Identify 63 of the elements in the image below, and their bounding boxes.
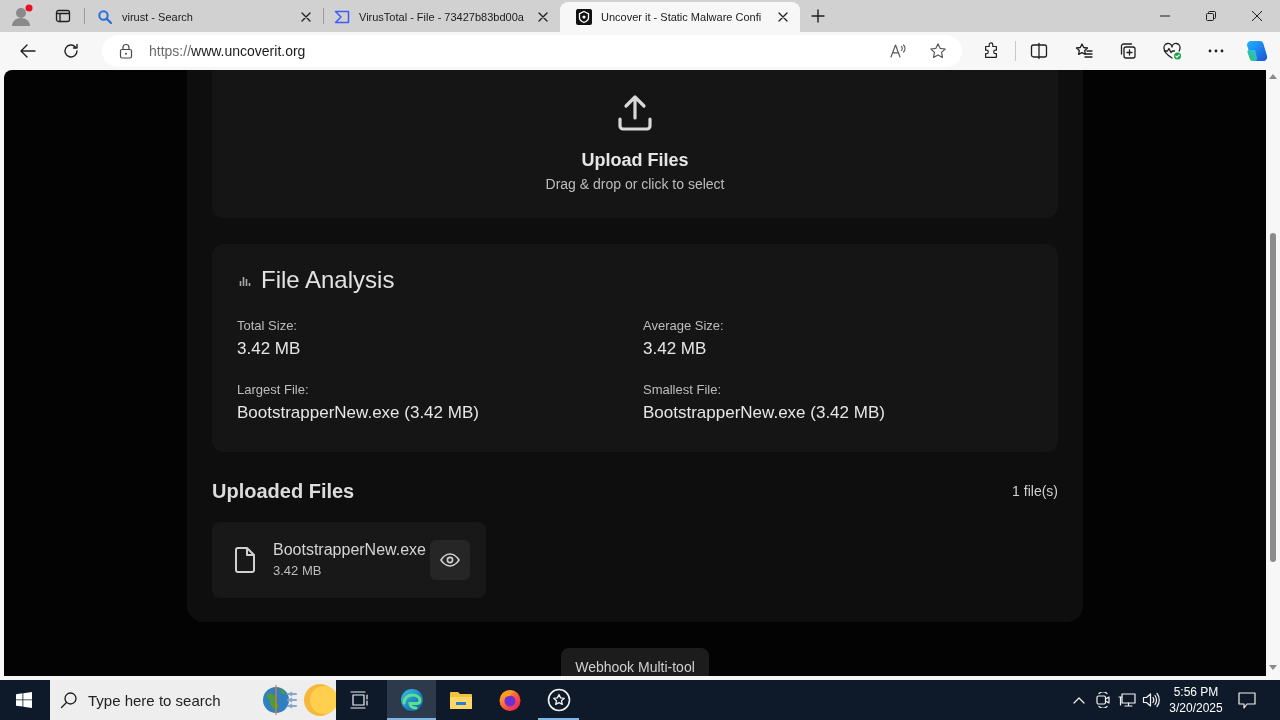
puzzle-piece-icon[interactable] (982, 42, 1000, 60)
notched-flag-icon (334, 9, 350, 25)
start-icon[interactable] (16, 692, 32, 708)
address-field[interactable]: https://www.uncoverit.org (102, 35, 962, 67)
file-count: 1 file(s) (1012, 482, 1058, 501)
star-list-icon[interactable] (1075, 42, 1093, 60)
restore-icon[interactable] (1206, 11, 1216, 21)
back-arrow-icon[interactable] (19, 42, 37, 60)
file-size: 3.42 MB (273, 562, 322, 580)
search-icon (60, 691, 78, 709)
webhook-tool-button[interactable]: Webhook Multi-tool (561, 648, 709, 676)
browser-tab[interactable]: Uncover it - Static Malware Confi (560, 2, 800, 32)
upload-hint: Drag & drop or click to select (545, 175, 725, 194)
browser-tab[interactable]: virust - Search (87, 2, 323, 32)
browser-tab[interactable]: VirusTotal - File - 73427b83bd00a (324, 2, 560, 32)
read-aloud-icon[interactable] (889, 42, 907, 60)
swirl-icon (399, 688, 424, 712)
stat-value: 3.42 MB (643, 338, 707, 360)
lock-icon (119, 43, 133, 59)
favorite-star-icon[interactable] (929, 42, 947, 60)
profile-icon[interactable] (10, 4, 34, 28)
network-monitor-icon[interactable] (1118, 692, 1136, 708)
stat-label: Total Size: (237, 317, 297, 335)
clock[interactable]: 5:56 PM 3/20/2025 (1170, 684, 1222, 716)
stat-value: BootstrapperNew.exe (3.42 MB) (237, 402, 479, 424)
stat-label: Smallest File: (643, 381, 722, 399)
view-file-button[interactable] (430, 540, 470, 580)
scrollbar-thumb[interactable] (1270, 233, 1276, 562)
shield-logo-icon (576, 9, 592, 25)
collections-icon[interactable] (1119, 42, 1137, 60)
new-tab-icon[interactable] (810, 8, 826, 24)
upload-title: Upload Files (581, 149, 689, 172)
upload-dropzone[interactable]: Upload Files Drag & drop or click to select (212, 70, 1058, 218)
gradient-shape-icon[interactable] (1246, 40, 1268, 62)
bar-chart-icon (239, 274, 251, 286)
url-text: https://www.uncoverit.org (149, 41, 306, 61)
chevron-up-icon[interactable] (1073, 696, 1085, 704)
scroll-up-icon[interactable] (1269, 74, 1277, 79)
notification-icon[interactable] (1238, 691, 1256, 709)
stat-label: Largest File: (237, 381, 309, 399)
stat-label: Average Size: (643, 317, 724, 335)
refresh-icon[interactable] (62, 42, 80, 60)
speaker-icon[interactable] (1142, 692, 1160, 708)
stat-value: BootstrapperNew.exe (3.42 MB) (643, 402, 885, 424)
flame-ring-icon (497, 688, 522, 712)
task-view-icon[interactable] (350, 691, 370, 709)
analysis-title: File Analysis (261, 265, 395, 295)
uploaded-files-title: Uploaded Files (212, 479, 355, 504)
stat-value: 3.42 MB (237, 338, 301, 360)
more-dots-icon[interactable] (1208, 49, 1224, 53)
scroll-down-icon[interactable] (1269, 665, 1277, 670)
search-icon (97, 9, 113, 25)
star-circle-icon (546, 688, 571, 712)
upload-icon (615, 93, 655, 133)
close-window-icon[interactable] (1252, 11, 1262, 21)
tab-actions-icon[interactable] (55, 8, 71, 24)
split-screen-icon[interactable] (1030, 42, 1048, 60)
file-icon (233, 546, 257, 574)
video-camera-icon[interactable] (1095, 692, 1111, 708)
file-name: BootstrapperNew.exe (273, 540, 426, 560)
taskbar-app-button[interactable] (387, 680, 436, 720)
heart-pulse-icon[interactable] (1162, 42, 1182, 60)
eye-icon (440, 553, 460, 567)
